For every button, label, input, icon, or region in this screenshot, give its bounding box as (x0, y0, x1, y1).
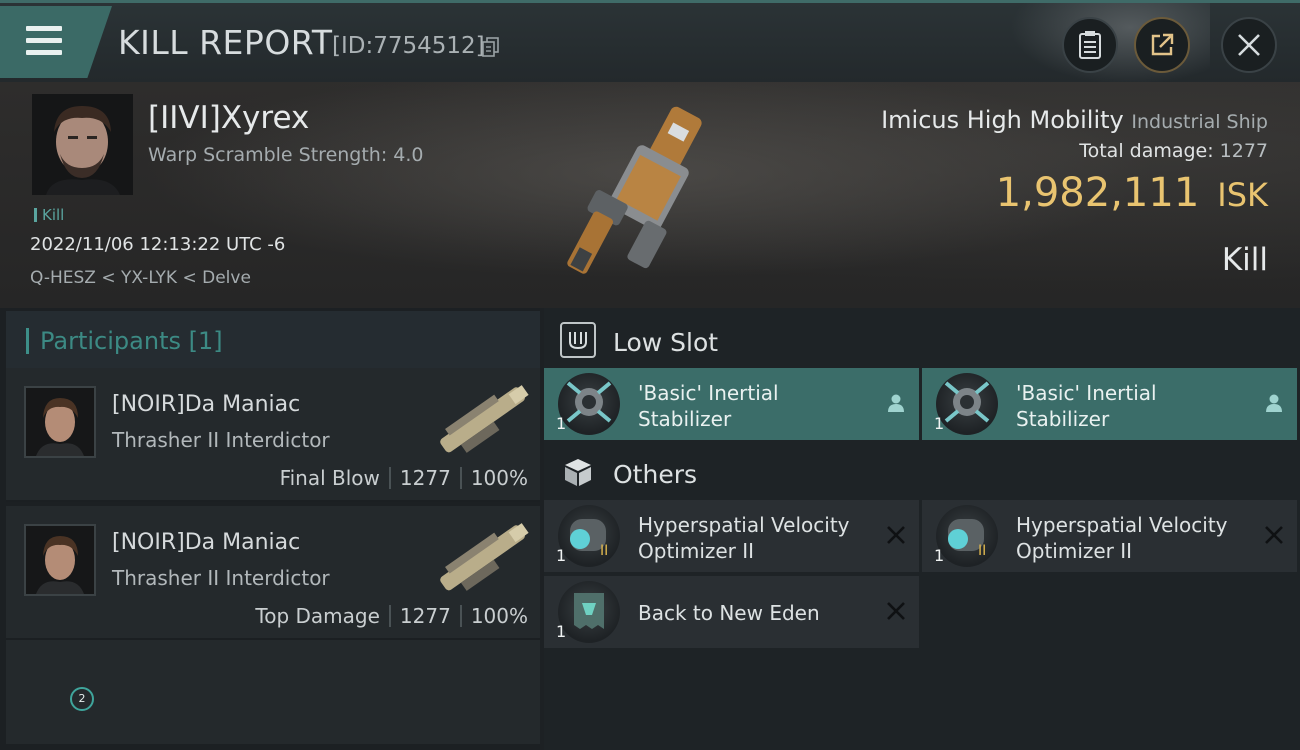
participant-row[interactable]: [NOIR]Da Maniac Thrasher II Interdictor … (6, 368, 540, 502)
hamburger-icon (26, 26, 62, 56)
victim-portrait[interactable] (32, 94, 133, 195)
participant-role: Final Blow (279, 466, 380, 490)
participant-percent: 100% (470, 466, 528, 490)
module-item[interactable]: II 1 Hyperspatial Velocity Optimizer II (922, 500, 1297, 572)
section-label: Others (613, 460, 698, 489)
module-name-line2: Stabilizer (1016, 407, 1110, 431)
total-damage: Total damage: 1277 (1079, 140, 1268, 162)
total-damage-label: Total damage: (1079, 140, 1214, 162)
participant-name[interactable]: [NOIR]Da Maniac (112, 392, 300, 417)
participant-percent: 100% (470, 604, 528, 628)
cargo-cube-icon (560, 454, 596, 490)
module-name-line2: Optimizer II (1016, 539, 1133, 563)
victim-ship-render (567, 106, 702, 274)
modules-panel: Low Slot 1 'Basic' Inertial Stabilizer 1… (544, 308, 1300, 750)
participant-ship: Thrasher II Interdictor (112, 566, 330, 590)
participant-row[interactable]: [NOIR]Da Maniac Thrasher II Interdictor … (6, 506, 540, 640)
page-indicator[interactable]: 2 (70, 687, 94, 711)
module-name-line2: Stabilizer (638, 407, 732, 431)
participant-role: Top Damage (255, 604, 380, 628)
header-accent-bar (26, 328, 29, 354)
module-item[interactable]: 1 'Basic' Inertial Stabilizer (544, 368, 919, 440)
module-quantity: 1 (556, 546, 567, 565)
participant-damage: 1277 (399, 466, 451, 490)
low-slot-icon (560, 322, 596, 358)
participant-stats: Final Blow 1277 100% (280, 466, 528, 490)
clipboard-button[interactable] (1062, 17, 1118, 73)
kill-tag: Kill (34, 206, 64, 224)
warp-scramble-strength: Warp Scramble Strength: 4.0 (148, 144, 424, 166)
menu-button[interactable] (0, 6, 112, 78)
module-name-line1: 'Basic' Inertial (638, 381, 779, 405)
module-quantity: 1 (934, 414, 945, 433)
participants-title: Participants [1] (40, 327, 223, 355)
svg-text:II: II (600, 543, 608, 559)
section-low-slot: Low Slot (544, 312, 1300, 368)
share-icon (1151, 33, 1174, 56)
participants-header: Participants [1] (6, 311, 540, 371)
svg-text:II: II (978, 543, 986, 559)
participant-ship-icon (440, 523, 529, 591)
clipboard-icon (1079, 31, 1101, 59)
module-name: Back to New Eden (638, 601, 820, 625)
victim-summary: [IIVI]Xyrex Warp Scramble Strength: 4.0 … (0, 82, 1300, 308)
participant-ship-icon (440, 385, 529, 453)
copy-icon[interactable] (482, 37, 500, 57)
participant-avatar[interactable] (24, 386, 96, 458)
velocity-optimizer-icon: II (558, 505, 620, 567)
participant-damage: 1277 (399, 604, 451, 628)
module-name: 'Basic' Inertial Stabilizer (1016, 380, 1246, 432)
destroyed-x-icon (1265, 526, 1283, 544)
module-quantity: 1 (556, 622, 567, 641)
kill-result: Kill (1221, 242, 1268, 278)
page-title: KILL REPORT (118, 23, 333, 62)
total-damage-value: 1277 (1219, 140, 1268, 162)
close-button[interactable] (1221, 17, 1277, 73)
module-name: 'Basic' Inertial Stabilizer (638, 380, 868, 432)
section-others: Others (544, 444, 1300, 500)
close-icon (1238, 34, 1260, 56)
isk-value: 1,982,111 ISK (996, 170, 1268, 216)
module-item[interactable]: II 1 Hyperspatial Velocity Optimizer II (544, 500, 919, 572)
section-label: Low Slot (613, 328, 719, 357)
module-name-line1: 'Basic' Inertial (1016, 381, 1157, 405)
victim-ship-name[interactable]: Imicus High Mobility Industrial Ship (881, 106, 1268, 134)
module-name: Hyperspatial Velocity Optimizer II (638, 512, 868, 564)
skin-license-icon (558, 581, 620, 643)
module-name-line2: Optimizer II (638, 539, 755, 563)
velocity-optimizer-icon: II (936, 505, 998, 567)
person-icon (888, 394, 904, 412)
person-icon (1266, 394, 1282, 412)
kill-datetime: 2022/11/06 12:13:22 UTC -6 (30, 234, 286, 255)
isk-unit: ISK (1217, 176, 1268, 214)
participant-avatar[interactable] (24, 524, 96, 596)
module-name-line1: Hyperspatial Velocity (1016, 513, 1228, 537)
report-id: [ID:7754512] (332, 33, 485, 59)
participant-name[interactable]: [NOIR]Da Maniac (112, 530, 300, 555)
ship-class: Industrial Ship (1131, 111, 1268, 133)
participant-ship: Thrasher II Interdictor (112, 428, 330, 452)
isk-amount: 1,982,111 (995, 170, 1200, 216)
destroyed-x-icon (887, 526, 905, 544)
top-bar: KILL REPORT [ID:7754512] (0, 0, 1300, 85)
destroyed-x-icon (887, 602, 905, 620)
module-item[interactable]: 1 Back to New Eden (544, 576, 919, 648)
inertial-stabilizer-icon (936, 373, 998, 435)
module-item[interactable]: 1 'Basic' Inertial Stabilizer (922, 368, 1297, 440)
ship-name-text: Imicus High Mobility (881, 106, 1124, 134)
inertial-stabilizer-icon (558, 373, 620, 435)
module-name-line1: Hyperspatial Velocity (638, 513, 850, 537)
victim-pilot-name[interactable]: [IIVI]Xyrex (148, 100, 309, 136)
module-quantity: 1 (556, 414, 567, 433)
kill-location[interactable]: Q-HESZ < YX-LYK < Delve (30, 268, 251, 288)
participant-stats: Top Damage 1277 100% (255, 604, 528, 628)
module-name: Hyperspatial Velocity Optimizer II (1016, 512, 1246, 564)
share-button[interactable] (1134, 17, 1190, 73)
module-quantity: 1 (934, 546, 945, 565)
